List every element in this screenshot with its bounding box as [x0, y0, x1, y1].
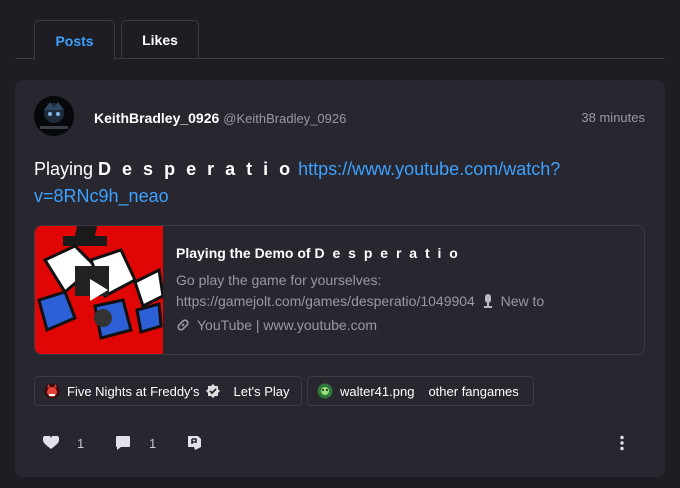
tag-name[interactable]: Five Nights at Freddy's [67, 384, 200, 399]
author-name[interactable]: KeithBradley_0926 [94, 110, 219, 126]
tag-channel[interactable]: Let's Play [234, 384, 290, 399]
embed-description: Go play the game for yourselves: https:/… [176, 270, 596, 312]
tag-channel[interactable]: other fangames [428, 384, 518, 399]
like-count[interactable]: 1 [77, 436, 84, 451]
post-link-line2[interactable]: v=8RNc9h_neao [34, 186, 169, 206]
profile-tabs: Posts Likes [15, 20, 665, 60]
more-options-button[interactable] [619, 430, 625, 456]
verified-badge-icon [205, 384, 220, 398]
embed-desc-cont: New to [500, 293, 545, 309]
embed-source-text: YouTube | www.youtube.com [197, 317, 378, 333]
author[interactable]: KeithBradley_0926 @KeithBradley_0926 [94, 110, 346, 126]
comment-button[interactable]: 1 [115, 430, 156, 456]
comment-icon[interactable] [115, 435, 131, 451]
embed-desc-line1: Go play the game for yourselves: [176, 272, 382, 288]
heart-icon[interactable] [43, 436, 59, 450]
post-card: KeithBradley_0926 @KeithBradley_0926 38 m… [15, 80, 665, 477]
tag-name[interactable]: walter41.png [340, 384, 414, 399]
link-embed[interactable]: Playing the Demo of D e s p e r a t i o … [34, 225, 645, 355]
walter-community-icon [317, 383, 333, 399]
post-text-prefix: Playing [34, 159, 99, 179]
author-handle[interactable]: @KeithBradley_0926 [223, 111, 346, 126]
avatar[interactable] [34, 96, 74, 136]
play-icon[interactable] [83, 276, 111, 304]
avatar-image [34, 96, 74, 136]
share-button[interactable] [186, 430, 202, 456]
embed-title-game[interactable]: D e s p e r a t i o [314, 245, 459, 261]
embed-title[interactable]: Playing the Demo of D e s p e r a t i o [176, 245, 460, 261]
microphone-icon [483, 294, 492, 308]
community-tag-fnaf[interactable]: Five Nights at Freddy's Let's Play [34, 376, 302, 406]
link-icon [177, 319, 189, 331]
more-vertical-icon[interactable] [619, 435, 625, 451]
video-thumbnail[interactable] [35, 226, 165, 354]
tab-likes[interactable]: Likes [121, 20, 199, 59]
like-button[interactable]: 1 [43, 430, 84, 456]
share-icon[interactable] [186, 435, 202, 451]
post-body: Playing D e s p e r a t i o https://www.… [34, 156, 574, 210]
embed-title-prefix[interactable]: Playing the Demo of [176, 245, 314, 261]
fnaf-community-icon [44, 383, 60, 399]
comment-count[interactable]: 1 [149, 436, 156, 451]
embed-source: YouTube | www.youtube.com [176, 317, 377, 333]
post-actions: 1 1 [15, 430, 665, 456]
embed-desc-link: https://gamejolt.com/games/desperatio/10… [176, 293, 475, 309]
tab-posts[interactable]: Posts [34, 20, 115, 60]
post-timestamp[interactable]: 38 minutes [581, 110, 645, 125]
post-game-name: D e s p e r a t i o [98, 159, 294, 179]
community-tag-walter[interactable]: walter41.png other fangames [307, 376, 534, 406]
post-link-line1[interactable]: https://www.youtube.com/watch? [298, 159, 560, 179]
